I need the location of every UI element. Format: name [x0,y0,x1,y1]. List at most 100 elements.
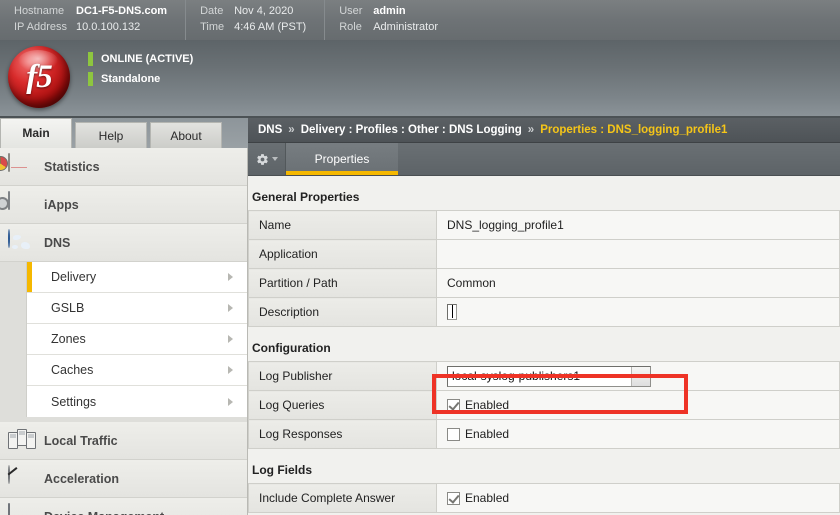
status-standalone-text: Standalone [101,72,161,85]
dropdown-toggle[interactable] [631,366,650,386]
log-responses-checkbox[interactable] [447,427,460,441]
table-row: Description [248,297,840,327]
sidebar-item-local-traffic[interactable]: Local Traffic [0,422,247,460]
iapps-window-gear-icon [0,190,34,218]
partition-path-value: Common [436,268,840,298]
application-label: Application [248,239,437,269]
breadcrumb-separator: » [288,124,295,136]
logo-text: f5 [26,58,53,95]
table-row: Name DNS_logging_profile1 [248,210,840,240]
status-indicator-bar [88,51,93,66]
role-label: Role [339,21,362,33]
local-traffic-servers-icon [8,428,36,454]
chevron-down-icon [637,374,645,378]
dns-submenu-wrapper: Delivery GSLB Zones Caches Settings [0,262,247,422]
user-info-group: User admin Role Administrator [339,0,456,40]
tab-active-underline [286,171,398,175]
log-responses-label: Log Responses [248,419,437,449]
user-label: User [339,5,363,17]
time-value: 4:46 AM (PST) [234,21,307,33]
chevron-right-icon [228,335,233,343]
properties-panel: General Properties Name DNS_logging_prof… [248,176,840,513]
device-status-block: ONLINE (ACTIVE) Standalone [88,50,193,90]
include-complete-answer-label: Include Complete Answer [248,483,437,513]
user-row: User admin [339,4,438,20]
description-input[interactable] [447,303,457,320]
sidebar-item-statistics[interactable]: Statistics [0,148,247,186]
sidebar-item-iapps[interactable]: iApps [0,186,247,224]
include-complete-answer-checkbox-label: Enabled [465,491,510,505]
breadcrumb-root[interactable]: DNS [258,124,282,136]
configuration-title: Configuration [252,341,331,355]
hostname-value: DC1-F5-DNS.com [76,5,168,17]
log-publisher-label: Log Publisher [248,361,437,391]
table-row: Log Publisher local-syslog-publishers1 [248,361,840,391]
sidebar-item-gslb[interactable]: GSLB [27,293,247,324]
log-queries-cell: Enabled [436,390,840,420]
f5-bigip-configuration-utility: Hostname DC1-F5-DNS.com IP Address 10.0.… [0,0,840,515]
gear-icon [256,153,269,166]
sidebar-item-dns[interactable]: DNS [0,224,247,262]
sidebar-item-label: iApps [44,197,79,212]
status-online-text: ONLINE (ACTIVE) [101,52,194,65]
log-responses-cell: Enabled [436,419,840,449]
log-queries-label: Log Queries [248,390,437,420]
table-row: Log Queries Enabled [248,390,840,420]
log-queries-checkbox[interactable] [447,398,460,412]
date-row: Date Nov 4, 2020 [200,4,306,20]
acceleration-gauge-icon [8,464,34,492]
chevron-right-icon [228,397,233,406]
statistics-chart-icon [0,152,34,180]
sidebar-subitem-label: Settings [51,394,97,409]
main-sidebar: Statistics iApps DNS Delivery GSLB Zones… [0,148,248,515]
sidebar-item-delivery[interactable]: Delivery [27,262,247,293]
tab-about[interactable]: About [150,122,222,148]
general-properties-table: Name DNS_logging_profile1 Application Pa… [248,210,840,327]
chevron-right-icon [228,304,233,312]
table-row: Include Complete Answer Enabled [248,483,840,513]
general-properties-title: General Properties [252,190,360,204]
device-info-bar: Hostname DC1-F5-DNS.com IP Address 10.0.… [0,0,840,40]
breadcrumb-current: Properties : DNS_logging_profile1 [540,124,728,136]
log-queries-checkbox-label: Enabled [465,398,510,412]
include-complete-answer-cell: Enabled [436,483,840,513]
primary-nav-tabs: Main Help About [0,118,248,148]
table-row: Application [248,239,840,269]
application-value [436,239,840,269]
f5-sphere-logo-icon[interactable]: f5 [8,46,70,108]
partition-path-label: Partition / Path [248,268,437,298]
breadcrumb-middle[interactable]: Delivery : Profiles : Other : DNS Loggin… [301,124,522,136]
hostname-info-group: Hostname DC1-F5-DNS.com IP Address 10.0.… [14,0,187,40]
sidebar-item-settings[interactable]: Settings [27,386,247,417]
time-label: Time [200,21,225,33]
content-area: DNS » Delivery : Profiles : Other : DNS … [248,118,840,515]
sidebar-item-device-management[interactable]: Device Management [0,498,247,515]
content-tab-bar: Properties [248,143,840,176]
hostname-row: Hostname DC1-F5-DNS.com [14,4,167,20]
sidebar-subitem-label: Zones [51,332,86,346]
tab-help[interactable]: Help [75,122,147,148]
sidebar-subitem-label: Delivery [51,270,97,284]
status-standalone-row: Standalone [88,70,193,87]
tab-properties[interactable]: Properties [286,143,398,175]
gear-menu-button[interactable] [248,143,286,175]
table-row: Log Responses Enabled [248,419,840,449]
sidebar-item-caches[interactable]: Caches [27,355,247,386]
role-row: Role Administrator [339,20,438,36]
log-publisher-selected-value: local-syslog-publishers1 [452,369,581,383]
ip-address-row: IP Address 10.0.100.132 [14,20,167,36]
include-complete-answer-checkbox[interactable] [447,491,460,505]
chevron-right-icon [228,366,233,374]
name-label: Name [248,210,437,240]
text-cursor [452,304,453,318]
hostname-label: Hostname [14,5,65,17]
sidebar-item-acceleration[interactable]: Acceleration [0,460,247,498]
log-publisher-dropdown[interactable]: local-syslog-publishers1 [447,365,651,387]
sidebar-item-label: Device Management [44,510,164,515]
tab-main[interactable]: Main [0,118,72,148]
sidebar-item-zones[interactable]: Zones [27,324,247,355]
breadcrumb: DNS » Delivery : Profiles : Other : DNS … [248,118,840,143]
sidebar-subitem-label: GSLB [51,301,85,315]
datetime-info-group: Date Nov 4, 2020 Time 4:46 AM (PST) [200,0,326,40]
